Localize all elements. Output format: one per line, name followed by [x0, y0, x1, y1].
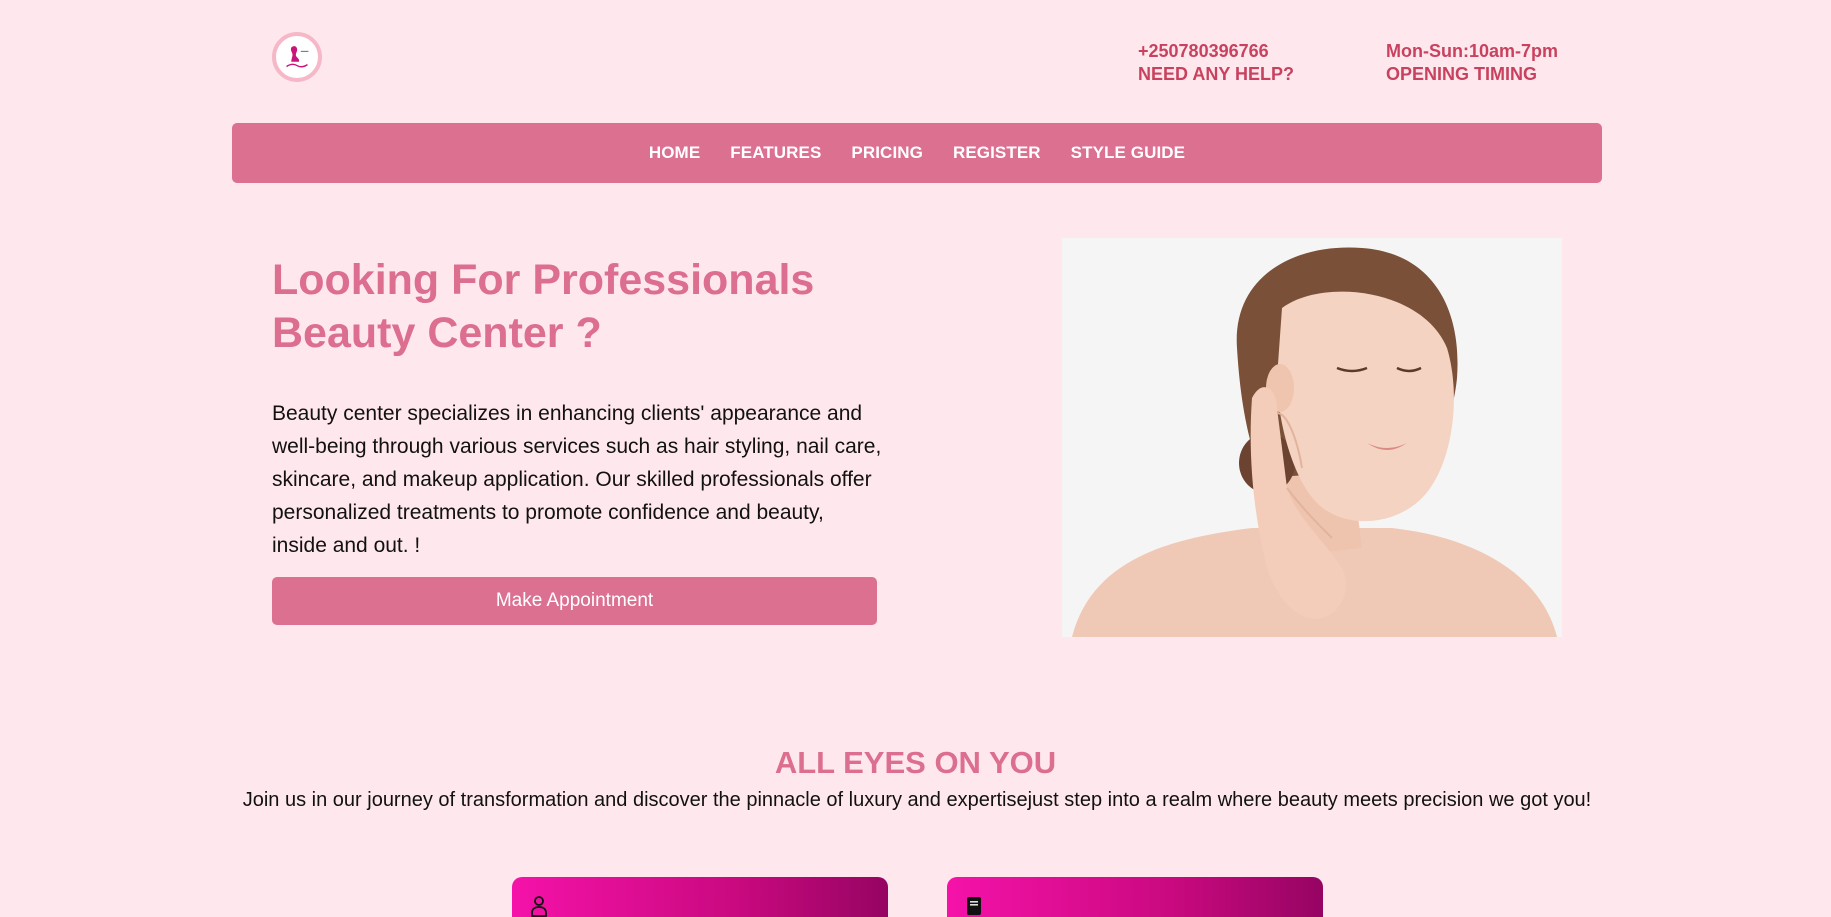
- section-title: ALL EYES ON YOU: [774, 745, 1057, 780]
- nav-features[interactable]: FEATURES: [730, 143, 821, 163]
- phone-contact: +250780396766 NEED ANY HELP?: [1138, 40, 1294, 86]
- woman-skincare-photo: [1062, 238, 1562, 637]
- help-label: NEED ANY HELP?: [1138, 64, 1295, 84]
- section-text: Join us in our journey of transformation…: [242, 789, 1592, 811]
- make-appointment-button[interactable]: Make Appointment: [272, 577, 877, 625]
- page: +250780396766 NEED ANY HELP? Mon-Sun:10a…: [0, 0, 1831, 917]
- hours-value: Mon-Sun:10am-7pm: [1386, 41, 1559, 61]
- beauty-logo-icon[interactable]: [272, 32, 322, 82]
- hero-description: Beauty center specializes in enhancing c…: [272, 402, 882, 557]
- nav-style-guide[interactable]: STYLE GUIDE: [1071, 143, 1185, 163]
- person-icon: [530, 895, 888, 917]
- nav-register[interactable]: REGISTER: [953, 143, 1041, 163]
- opening-hours: Mon-Sun:10am-7pm OPENING TIMING: [1386, 40, 1558, 86]
- header: +250780396766 NEED ANY HELP? Mon-Sun:10a…: [272, 32, 1562, 86]
- hero-title: Looking For Professionals Beauty Center …: [272, 256, 815, 357]
- main-nav: HOME FEATURES PRICING REGISTER STYLE GUI…: [232, 123, 1602, 183]
- nav-home[interactable]: HOME: [649, 143, 700, 163]
- book-icon: [965, 895, 1323, 917]
- hours-label: OPENING TIMING: [1386, 64, 1538, 84]
- feature-card[interactable]: [512, 877, 888, 917]
- phone-number[interactable]: +250780396766: [1138, 40, 1294, 63]
- feature-card[interactable]: [947, 877, 1323, 917]
- nav-pricing[interactable]: PRICING: [851, 143, 923, 163]
